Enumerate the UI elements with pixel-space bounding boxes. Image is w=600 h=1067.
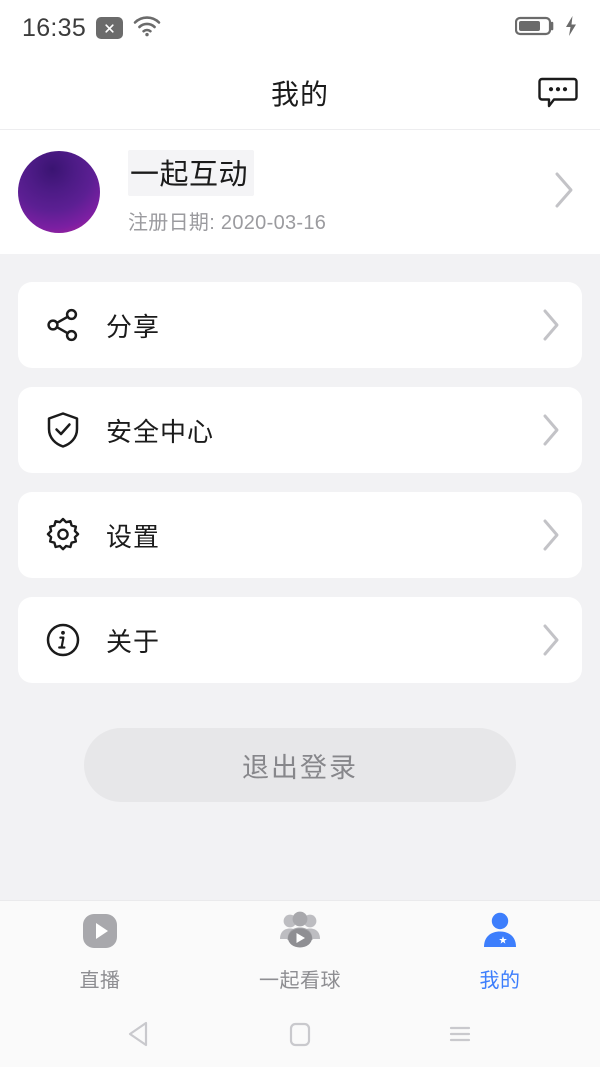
- bottom-tab-bar: 直播 一起看球 我的: [0, 900, 600, 1000]
- title-bar: 我的: [0, 56, 600, 130]
- tab-label: 我的: [479, 969, 521, 992]
- logout-button[interactable]: 退出登录: [84, 728, 516, 802]
- chevron-right-icon: [538, 408, 564, 452]
- tab-profile[interactable]: 我的: [400, 909, 600, 993]
- close-badge-icon: [96, 17, 124, 39]
- profile-person-star-icon: [478, 909, 522, 958]
- status-bar: 16:35: [0, 0, 600, 56]
- chevron-right-icon: [538, 513, 564, 557]
- username: 一起互动: [128, 149, 255, 196]
- chevron-right-icon: [538, 303, 564, 347]
- menu-item-about[interactable]: 关于: [18, 597, 582, 683]
- avatar: [18, 151, 100, 233]
- status-bar-left: 16:35: [22, 14, 161, 43]
- page-title: 我的: [270, 78, 329, 110]
- chevron-right-icon: [550, 165, 578, 220]
- watch-together-icon: [274, 909, 326, 958]
- profile-row[interactable]: 一起互动 注册日期: 2020-03-16: [0, 130, 600, 254]
- battery-icon: [514, 15, 557, 42]
- status-time: 16:35: [22, 13, 87, 42]
- home-square-icon[interactable]: [255, 1000, 345, 1067]
- live-play-icon: [78, 909, 122, 958]
- register-date: 注册日期: 2020-03-16: [128, 211, 327, 234]
- menu-section: 分享 安全中心 设置 关于 退出登录: [0, 254, 600, 900]
- message-bubble-icon[interactable]: [538, 76, 578, 110]
- menu-item-label: 设置: [106, 521, 161, 552]
- back-triangle-icon[interactable]: [95, 1000, 185, 1067]
- app-screen: 16:35 我的 一起互动 注册日期: 2020-03-16 分享 安全中心 设…: [0, 0, 600, 1067]
- wifi-icon: [133, 15, 161, 42]
- menu-item-label: 安全中心: [106, 416, 215, 447]
- menu-item-share[interactable]: 分享: [18, 282, 582, 368]
- menu-item-settings[interactable]: 设置: [18, 492, 582, 578]
- system-nav-bar: [0, 1000, 600, 1067]
- gear-icon: [42, 517, 84, 553]
- shield-check-icon: [42, 411, 84, 449]
- tab-label: 一起看球: [259, 969, 341, 992]
- chevron-right-icon: [538, 618, 564, 662]
- menu-item-label: 关于: [106, 626, 161, 657]
- info-circle-icon: [42, 622, 84, 658]
- status-bar-right: [514, 15, 578, 42]
- tab-live[interactable]: 直播: [0, 909, 200, 993]
- menu-item-security[interactable]: 安全中心: [18, 387, 582, 473]
- menu-item-label: 分享: [106, 311, 161, 342]
- recents-lines-icon[interactable]: [415, 1000, 505, 1067]
- tab-label: 直播: [79, 969, 121, 992]
- tab-watch-together[interactable]: 一起看球: [200, 909, 400, 993]
- logout-section: 退出登录: [18, 702, 582, 802]
- share-icon: [42, 307, 84, 343]
- profile-text: 一起互动 注册日期: 2020-03-16: [128, 149, 550, 235]
- charging-bolt-icon: [564, 15, 578, 42]
